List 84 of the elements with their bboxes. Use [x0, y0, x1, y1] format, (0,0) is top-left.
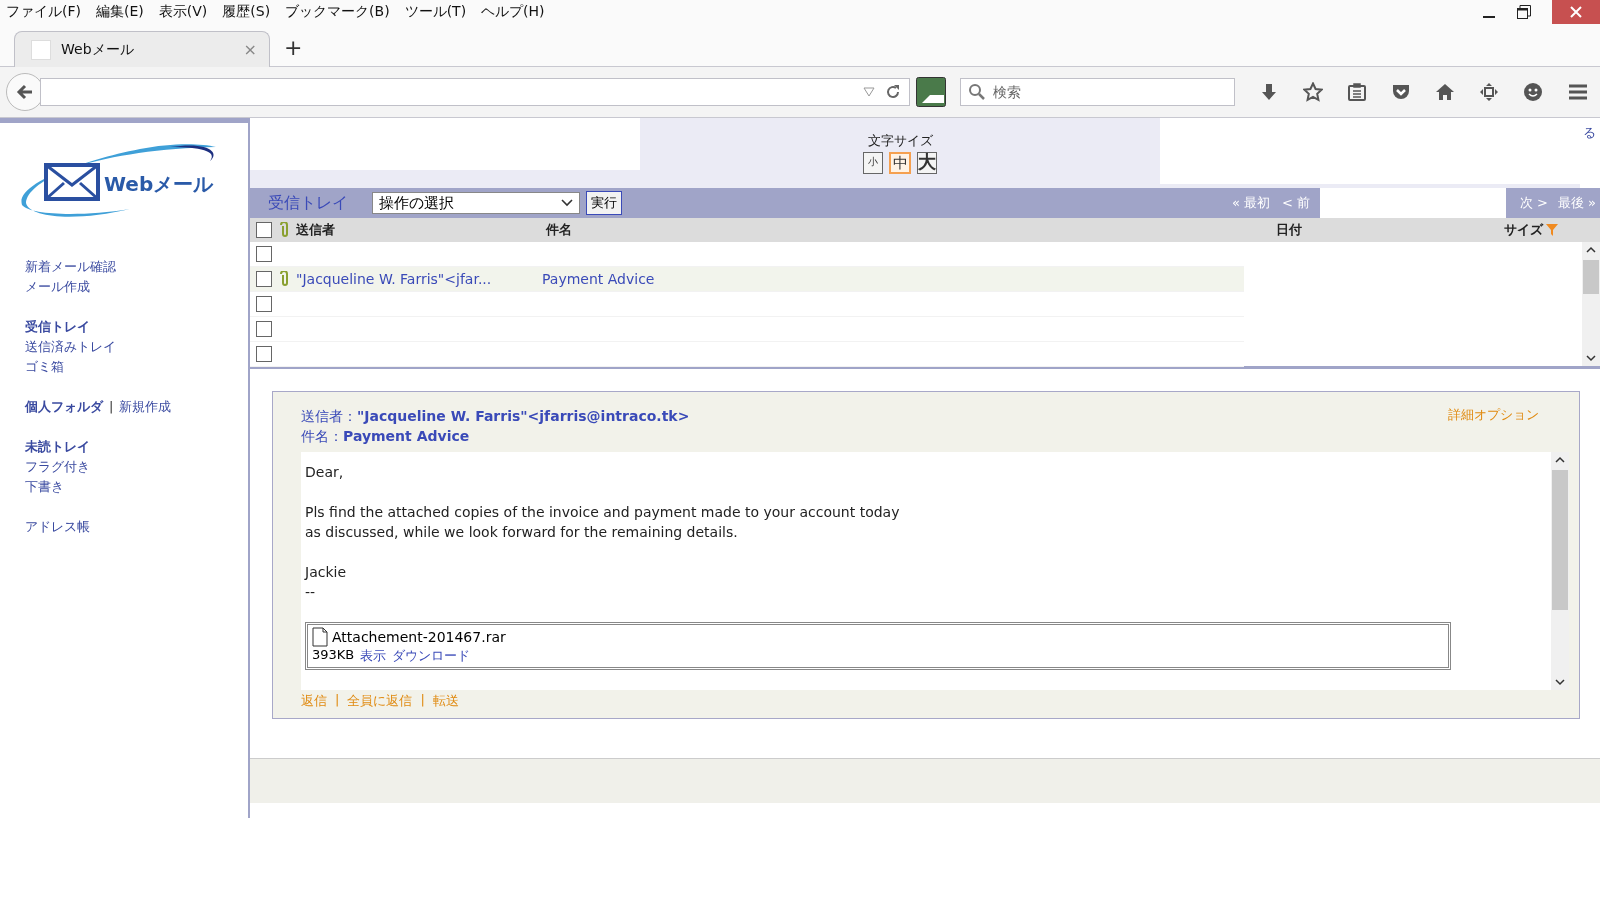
menu-item[interactable]: 履歴(S): [222, 3, 271, 21]
separator: |: [420, 692, 425, 709]
sidebar-link[interactable]: アドレス帳: [25, 517, 90, 537]
sidebar-link[interactable]: 個人フォルダ: [25, 397, 103, 417]
close-icon: [1569, 5, 1583, 19]
body-text: Jackie: [305, 563, 347, 582]
menu-item[interactable]: ツール(T): [404, 3, 467, 21]
attachment-name: Attachement-201467.rar: [332, 629, 506, 645]
sidebar-link[interactable]: 下書き: [25, 477, 64, 497]
scrollbar[interactable]: [1551, 452, 1569, 690]
arrow-left-icon: [15, 82, 35, 102]
sidebar-link[interactable]: メール作成: [25, 277, 90, 297]
move-icon[interactable]: [1479, 82, 1499, 102]
separator: |: [335, 692, 340, 709]
tab-title: Webメール: [61, 40, 134, 59]
sidebar-link[interactable]: 新着メール確認: [25, 257, 116, 277]
column-header[interactable]: 送信者: [296, 221, 546, 239]
corner-link[interactable]: る: [1583, 124, 1596, 142]
browser-tab[interactable]: Webメール ×: [14, 31, 270, 67]
select-all-checkbox[interactable]: [256, 222, 272, 238]
sidebar-link[interactable]: 未読トレイ: [25, 437, 90, 457]
folder-title: 受信トレイ: [268, 192, 348, 214]
home-icon[interactable]: [1435, 82, 1455, 102]
reading-list-icon[interactable]: [1347, 82, 1367, 102]
attachment-size: 393KB: [312, 647, 355, 664]
sidebar-link[interactable]: フラグ付き: [25, 457, 90, 477]
body-text: as discussed, while we look forward for the remaining details.: [305, 523, 739, 542]
font-size-label: 文字サイズ: [867, 132, 933, 150]
thumbnail-icon[interactable]: [916, 77, 946, 107]
chevron-down-icon[interactable]: [1586, 354, 1596, 362]
subject-cell[interactable]: Payment Advice: [542, 271, 655, 287]
reload-icon[interactable]: [885, 84, 901, 100]
menu-item[interactable]: 表示(V): [158, 3, 208, 21]
row-checkbox[interactable]: [256, 346, 272, 362]
chat-icon[interactable]: [1523, 82, 1543, 102]
row-checkbox[interactable]: [256, 271, 272, 287]
menu-icon[interactable]: [1567, 82, 1589, 102]
menu-item[interactable]: 編集(E): [96, 3, 144, 21]
restore-icon[interactable]: [1516, 4, 1532, 20]
search-icon: [968, 83, 986, 101]
sidebar-link[interactable]: 新規作成: [119, 397, 172, 417]
body-text: Dear,: [305, 463, 345, 482]
sidebar-link[interactable]: 送信済みトレイ: [25, 337, 116, 357]
search-field[interactable]: 検索: [960, 78, 1235, 106]
column-header[interactable]: 件名: [546, 221, 1276, 239]
body-text: --: [305, 583, 317, 602]
view-link[interactable]: 表示: [360, 647, 387, 665]
file-icon: [312, 627, 328, 647]
favicon-icon: [31, 39, 51, 60]
column-header[interactable]: サイズ: [1504, 221, 1543, 239]
subject-line: 件名：Payment Advice: [301, 427, 471, 446]
font-size-button[interactable]: 中: [889, 152, 911, 174]
download-icon[interactable]: [1259, 82, 1279, 102]
sidebar-link[interactable]: 受信トレイ: [25, 317, 90, 337]
sidebar-link[interactable]: ゴミ箱: [25, 357, 64, 377]
column-header[interactable]: 日付: [1276, 221, 1504, 239]
sender-cell[interactable]: "Jacqueline W. Farris"<jfar...: [296, 271, 542, 287]
row-checkbox[interactable]: [256, 321, 272, 337]
paperclip-icon: [280, 222, 290, 238]
chevron-up-icon[interactable]: [1555, 456, 1565, 464]
body-text: Pls find the attached copies of the invoice and payment made to your account today: [305, 503, 901, 522]
scrollbar-thumb[interactable]: [1552, 470, 1568, 610]
star-icon[interactable]: [1303, 82, 1323, 102]
menu-item[interactable]: ヘルプ(H): [481, 3, 545, 21]
scrollbar-thumb[interactable]: [1583, 260, 1599, 294]
font-size-button[interactable]: 大: [917, 152, 937, 174]
menu-item[interactable]: ブックマーク(B): [285, 3, 390, 21]
pocket-icon[interactable]: [1391, 82, 1411, 102]
new-tab-button[interactable]: +: [284, 35, 303, 60]
dropdown-icon[interactable]: [863, 87, 875, 97]
sender-line: 送信者："Jacqueline W. Farris"<jfarris@intraco.tk>: [301, 407, 690, 426]
chevron-down-icon: [561, 199, 573, 207]
download-link[interactable]: ダウンロード: [392, 647, 471, 665]
scrollbar[interactable]: [1582, 242, 1600, 366]
chevron-up-icon[interactable]: [1586, 246, 1596, 254]
chevron-down-icon[interactable]: [1555, 678, 1565, 686]
font-size-button[interactable]: 小: [863, 152, 883, 174]
menu-item[interactable]: ファイル(F): [6, 3, 81, 21]
close-button[interactable]: [1552, 0, 1600, 24]
run-button[interactable]: 実行: [586, 191, 622, 215]
separator: |: [109, 398, 114, 416]
row-checkbox[interactable]: [256, 246, 272, 262]
row-checkbox[interactable]: [256, 296, 272, 312]
action-select[interactable]: 操作の選択: [372, 192, 580, 214]
